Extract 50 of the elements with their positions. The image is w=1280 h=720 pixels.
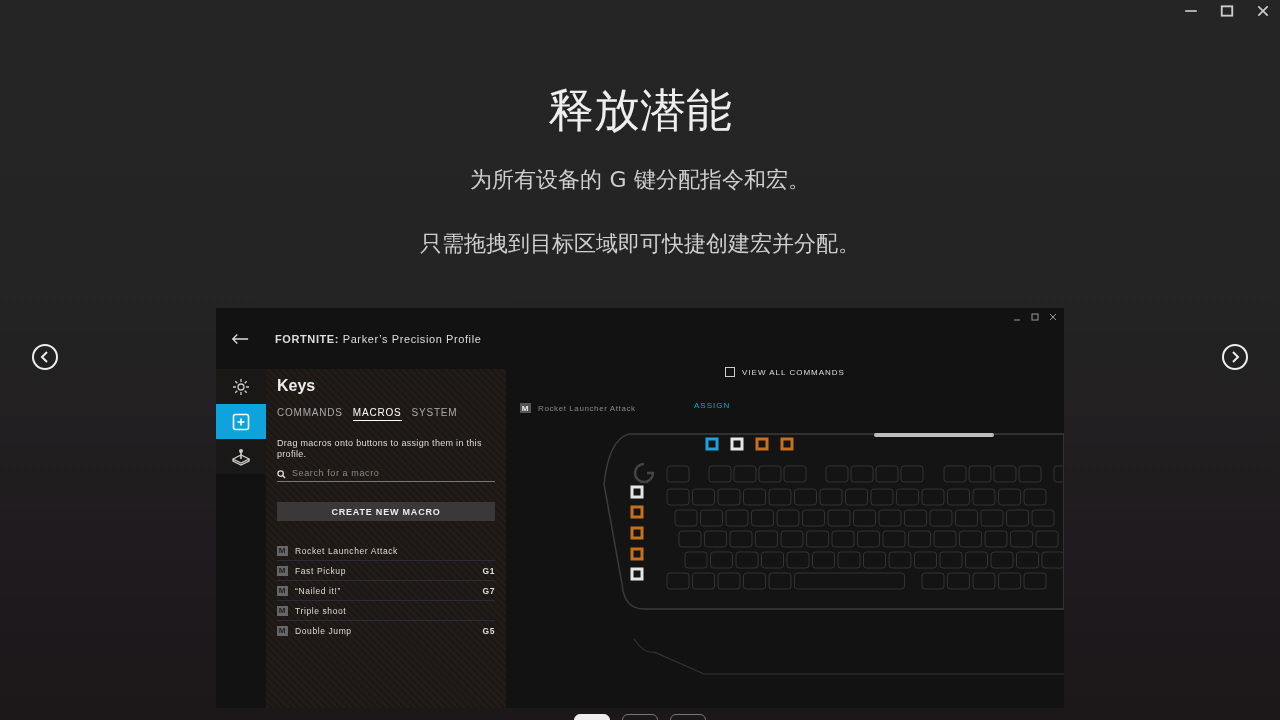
assigned-key: G7 bbox=[482, 585, 495, 596]
panel-title: Keys bbox=[277, 377, 317, 395]
nav-item[interactable] bbox=[216, 369, 266, 404]
macro-item[interactable]: M Double Jump G5 bbox=[277, 621, 495, 640]
tab[interactable]: COMMANDS bbox=[277, 407, 343, 421]
dragged-macro[interactable]: M Rocket Launcher Attack bbox=[520, 403, 636, 413]
search-field[interactable]: Search for a macro bbox=[277, 466, 495, 482]
profile-title: FORTNITE: Parker’s Precision Profile bbox=[275, 332, 482, 345]
macro-name: Double Jump bbox=[295, 625, 353, 636]
g-key-marker[interactable] bbox=[630, 547, 644, 561]
macro-item[interactable]: M Rocket Launcher Attack bbox=[277, 541, 495, 561]
plus-square-icon bbox=[231, 411, 251, 432]
back-arrow-icon[interactable] bbox=[231, 332, 249, 345]
headline: 释放潜能 bbox=[548, 82, 732, 139]
g-key-marker[interactable] bbox=[755, 437, 769, 451]
tab[interactable]: MACROS bbox=[352, 407, 402, 421]
g-key-marker[interactable] bbox=[780, 437, 794, 451]
search-icon bbox=[277, 470, 286, 479]
maximize-icon[interactable] bbox=[1220, 4, 1234, 18]
macro-item[interactable]: M “Nailed it!” G7 bbox=[277, 581, 495, 601]
hint-text: Drag macros onto buttons to assign them in this profile. bbox=[277, 438, 483, 460]
macro-name: Triple shoot bbox=[295, 605, 348, 616]
joystick-icon bbox=[231, 446, 251, 467]
assigned-key: G5 bbox=[482, 625, 495, 636]
create-macro-button[interactable]: CREATE NEW MACRO bbox=[277, 502, 495, 521]
close-icon[interactable] bbox=[1048, 312, 1058, 322]
g-key-marker[interactable] bbox=[630, 526, 644, 540]
subtitle: 为所有设备的 G 键分配指令和宏。 bbox=[470, 166, 810, 194]
macro-badge: M bbox=[277, 585, 288, 596]
view-all-label[interactable]: VIEW ALL COMMANDS bbox=[742, 367, 845, 377]
assigned-key: G1 bbox=[482, 565, 495, 576]
sun-icon bbox=[231, 376, 251, 397]
nav-item[interactable] bbox=[216, 439, 266, 474]
assign-drop-target[interactable]: ASSIGN bbox=[682, 397, 741, 414]
macro-name: Rocket Launcher Attack bbox=[295, 545, 399, 556]
close-icon[interactable] bbox=[1256, 4, 1270, 18]
macro-item[interactable]: M Fast Pickup G1 bbox=[277, 561, 495, 581]
macro-badge: M bbox=[277, 565, 288, 576]
g-key-marker[interactable] bbox=[705, 437, 719, 451]
maximize-icon[interactable] bbox=[1030, 312, 1040, 322]
g-key-marker[interactable] bbox=[630, 505, 644, 519]
checkbox[interactable] bbox=[725, 367, 735, 377]
tab[interactable]: SYSTEM bbox=[411, 407, 458, 421]
macro-name: “Nailed it!” bbox=[295, 585, 342, 596]
subtitle: 只需拖拽到目标区域即可快捷创建宏并分配。 bbox=[420, 230, 860, 258]
macro-badge: M bbox=[277, 545, 288, 556]
macro-item[interactable]: M Triple shoot bbox=[277, 601, 495, 621]
macro-name: Fast Pickup bbox=[295, 565, 347, 576]
macro-badge: M bbox=[277, 625, 288, 636]
macro-badge: M bbox=[277, 605, 288, 616]
